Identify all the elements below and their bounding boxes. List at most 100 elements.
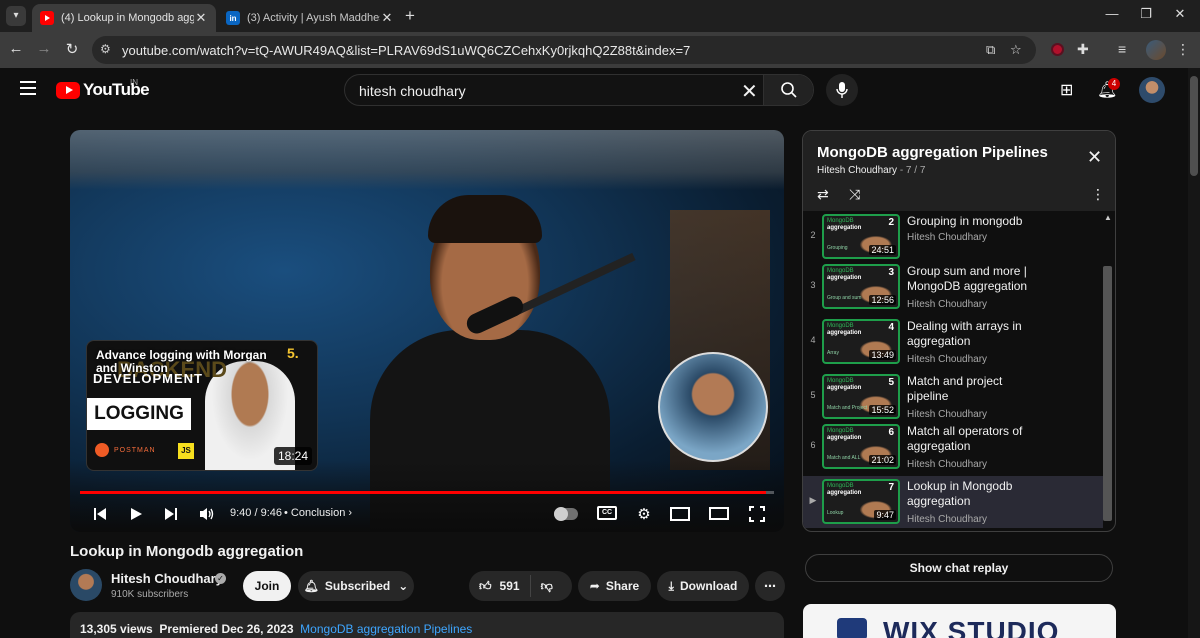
subtitles-icon[interactable]: CC — [597, 506, 617, 520]
reload-icon[interactable]: ↻ — [62, 40, 82, 58]
thumbnail-label: aggregation — [827, 275, 862, 281]
create-video-icon[interactable]: ⊞ — [1060, 80, 1073, 100]
search-input[interactable]: hitesh choudhary — [359, 83, 466, 99]
playlist-thumbnail: MongoDB aggregation Match and ALL 6 21:02 — [822, 424, 900, 469]
theater-mode-icon[interactable] — [709, 507, 729, 520]
restore-icon[interactable]: ❐ — [1136, 6, 1156, 22]
thumbnail-label: aggregation — [827, 330, 862, 336]
autoplay-toggle[interactable] — [554, 507, 578, 521]
thumbnail-subtitle: Grouping — [827, 245, 848, 251]
clear-search-icon[interactable]: ✕ — [741, 79, 758, 104]
youtube-logo[interactable]: YouTube IN — [56, 78, 150, 100]
thumbnail-subtitle: Match and ALL — [827, 455, 861, 461]
playlist-link[interactable]: MongoDB aggregation Pipelines — [300, 622, 472, 636]
playlist-item-index: 5 — [810, 390, 816, 400]
subscribed-label: Subscribed — [324, 579, 391, 593]
like-count[interactable]: 591 — [500, 579, 520, 593]
page-scrollbar[interactable] — [1188, 68, 1200, 638]
playlist-item-title: Match and project pipeline — [907, 374, 1003, 403]
fullscreen-icon[interactable] — [745, 502, 769, 526]
close-tab-icon[interactable]: ✕ — [194, 10, 208, 26]
thumbnail-subtitle: Match and Project — [827, 405, 868, 411]
next-icon[interactable] — [159, 502, 183, 526]
playlist-menu-icon[interactable]: ⋮ — [1091, 186, 1105, 203]
account-avatar[interactable] — [1139, 77, 1165, 103]
playlist-item[interactable]: 6 MongoDB aggregation Match and ALL 6 21:02 Ma… — [803, 421, 1103, 473]
playlist-item[interactable]: 3 MongoDB aggregation Group and sum 3 12:56 Gr… — [803, 261, 1103, 313]
playlist-thumbnail: MongoDB aggregation Match and Project 5 15:5… — [822, 374, 900, 419]
forward-icon[interactable]: → — [34, 40, 54, 57]
miniplayer-icon[interactable] — [670, 507, 690, 521]
show-chat-replay-button[interactable]: Show chat replay — [805, 554, 1113, 582]
sponsored-ad-card[interactable]: WIX STUDIO — [803, 604, 1116, 638]
open-in-app-icon[interactable]: ⧉ — [986, 42, 995, 58]
playlist-item[interactable]: 4 MongoDB aggregation Array 4 13:49 Dealing wi… — [803, 316, 1103, 368]
description-box[interactable]: 13,305 views Premiered Dec 26, 2023 Mong… — [70, 612, 784, 638]
thumbnail-episode-number: 5 — [888, 377, 894, 388]
minimize-icon[interactable]: — — [1102, 6, 1122, 21]
endscreen-channel-avatar[interactable] — [658, 352, 768, 462]
close-window-icon[interactable]: ✕ — [1170, 6, 1190, 22]
new-tab-button[interactable]: + — [405, 6, 415, 26]
playlist-scrollbar[interactable] — [1103, 266, 1112, 521]
thumbnail-episode-number: 6 — [888, 427, 894, 438]
video-player[interactable]: BACKEND Advance logging with Morgan and … — [70, 130, 784, 532]
play-icon[interactable] — [124, 502, 148, 526]
playlist-item-channel: Hitesh Choudhary — [907, 514, 988, 525]
bookmark-star-icon[interactable]: ☆ — [1010, 42, 1022, 58]
subscribed-button[interactable]: 🔔︎ Subscribed ⌄ — [298, 571, 414, 601]
time-display: 9:40 / 9:46 — [230, 507, 282, 519]
video-title: Lookup in Mongodb aggregation — [70, 543, 304, 560]
site-info-icon[interactable]: ⚙ — [100, 42, 111, 56]
chapter-title-button[interactable]: • Conclusion › — [284, 507, 352, 519]
volume-icon[interactable] — [195, 502, 219, 526]
playlist-items: 2 MongoDB aggregation Grouping 2 24:51 Groupin… — [803, 211, 1103, 531]
scroll-up-arrow-icon[interactable]: ▲ — [1104, 213, 1112, 222]
browser-menu-icon[interactable]: ⋮ — [1176, 41, 1190, 58]
join-button[interactable]: Join — [243, 571, 291, 601]
search-button[interactable] — [763, 75, 813, 105]
close-tab-icon[interactable]: ✕ — [380, 10, 394, 26]
thumbs-up-icon[interactable]: 👍︎ — [479, 579, 492, 594]
tab-search-button[interactable]: ▾ — [6, 6, 26, 26]
thumbnail-label: aggregation — [827, 435, 862, 441]
playlist-item-channel: Hitesh Choudhary — [907, 232, 988, 243]
download-button[interactable]: ⤓ Download — [657, 571, 749, 601]
loop-playlist-icon[interactable]: ⇄ — [817, 186, 829, 203]
channel-name[interactable]: Hitesh Choudhary — [111, 571, 223, 586]
playlist-title[interactable]: MongoDB aggregation Pipelines — [817, 144, 1048, 161]
voice-search-button[interactable] — [826, 74, 858, 106]
playlist-item[interactable]: 5 MongoDB aggregation Match and Project 5 15:… — [803, 371, 1103, 423]
thumbnail-subtitle: Lookup — [827, 510, 844, 516]
record-extension-icon[interactable] — [1051, 43, 1064, 56]
thumbnail-episode-number: 3 — [888, 267, 894, 278]
browser-profile-avatar[interactable] — [1146, 40, 1166, 60]
more-actions-icon[interactable]: ⋯ — [755, 571, 785, 601]
javascript-logo: JS — [178, 443, 194, 459]
progress-bar[interactable] — [80, 491, 774, 494]
extensions-icon[interactable]: ✚ — [1077, 41, 1089, 58]
thumbnail-duration: 9:47 — [874, 510, 896, 520]
shuffle-icon[interactable]: ⤨ — [849, 186, 860, 203]
share-button[interactable]: ➦ Share — [578, 571, 651, 601]
back-icon[interactable]: ← — [6, 40, 26, 57]
media-control-icon[interactable]: ≡ — [1118, 41, 1126, 57]
playlist-panel: MongoDB aggregation Pipelines Hitesh Cho… — [802, 130, 1116, 532]
endscreen-video-card[interactable]: BACKEND Advance logging with Morgan and … — [86, 340, 318, 471]
playlist-thumbnail: MongoDB aggregation Array 4 13:49 — [822, 319, 900, 364]
playlist-item[interactable]: ▶ MongoDB aggregation Lookup 7 9:47 Lookup in … — [803, 476, 1103, 528]
previous-icon[interactable] — [88, 502, 112, 526]
browser-tab-youtube[interactable]: (4) Lookup in Mongodb aggreg ✕ — [32, 4, 216, 32]
playlist-owner[interactable]: Hitesh Choudhary — [817, 165, 897, 176]
browser-tab-linkedin[interactable]: in (3) Activity | Ayush Maddhesiya ✕ — [218, 4, 402, 32]
settings-gear-icon[interactable]: ⚙ — [632, 502, 656, 526]
share-label: Share — [605, 579, 640, 593]
thumbnail-duration: 13:49 — [869, 350, 896, 360]
channel-avatar[interactable] — [70, 569, 102, 601]
view-count: 13,305 views — [80, 622, 153, 636]
close-playlist-icon[interactable]: ✕ — [1087, 147, 1102, 168]
address-bar[interactable]: ⚙ youtube.com/watch?v=tQ-AWUR49AQ&list=P… — [92, 36, 1036, 64]
playlist-item[interactable]: 2 MongoDB aggregation Grouping 2 24:51 Groupin… — [803, 211, 1103, 263]
thumbs-down-icon[interactable]: 👎︎ — [541, 579, 553, 594]
hamburger-menu-icon[interactable] — [20, 81, 36, 99]
